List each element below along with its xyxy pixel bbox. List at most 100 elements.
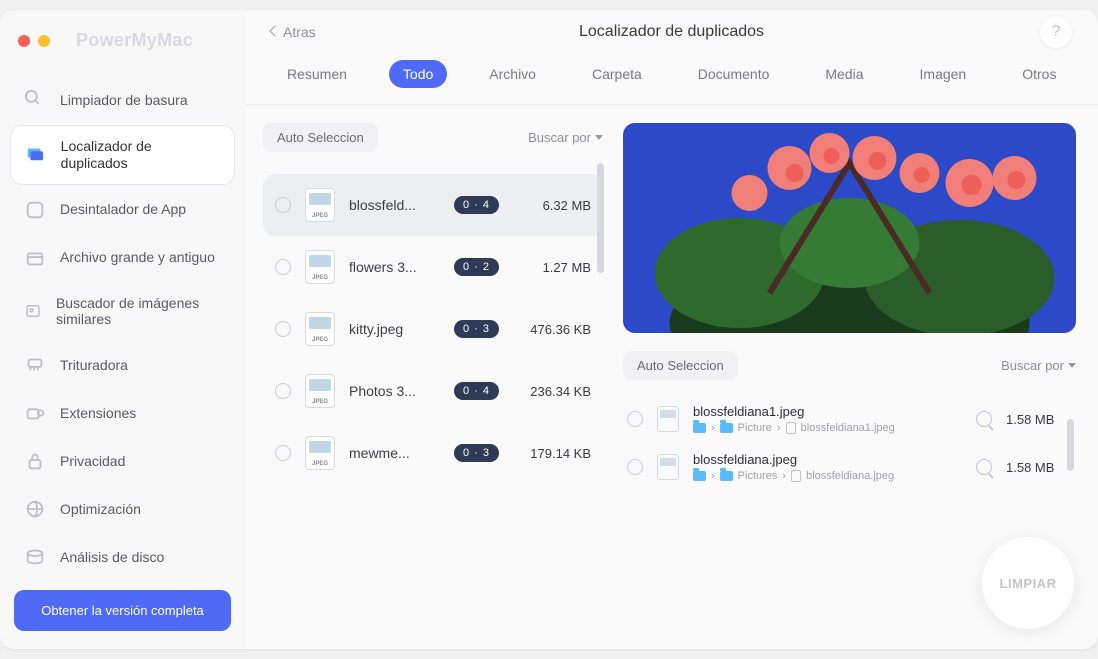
auto-select-button-detail[interactable]: Auto Seleccion xyxy=(623,351,738,380)
row-checkbox[interactable] xyxy=(275,383,291,399)
group-row[interactable]: mewme... 0 · 3 179.14 KB xyxy=(263,422,603,484)
sidebar-item-duplicates[interactable]: Localizador de duplicados xyxy=(10,125,235,185)
page-title: Localizador de duplicados xyxy=(579,23,764,41)
tab-media[interactable]: Media xyxy=(811,60,877,88)
group-row[interactable]: kitty.jpeg 0 · 3 476.36 KB xyxy=(263,298,603,360)
disk-icon xyxy=(24,546,46,568)
sidebar-item-shredder[interactable]: Trituradora xyxy=(10,342,235,388)
file-size: 6.32 MB xyxy=(513,198,591,213)
jpeg-file-icon xyxy=(305,436,335,470)
row-checkbox[interactable] xyxy=(275,321,291,337)
folder-icon xyxy=(720,471,733,481)
stack-icon xyxy=(25,144,47,166)
count-badge: 0 · 3 xyxy=(454,320,499,338)
duplicate-size: 1.58 MB xyxy=(1006,412,1072,427)
groups-toolbar: Auto Seleccion Buscar por xyxy=(263,123,603,152)
file-name: kitty.jpeg xyxy=(349,321,440,337)
file-name: mewme... xyxy=(349,445,440,461)
content-panes: Auto Seleccion Buscar por blossfeld... 0… xyxy=(245,105,1098,649)
sidebar-item-optimize[interactable]: Optimización xyxy=(10,486,235,532)
sidebar-item-label: Archivo grande y antiguo xyxy=(60,249,215,266)
auto-select-button[interactable]: Auto Seleccion xyxy=(263,123,378,152)
group-row[interactable]: flowers 3... 0 · 2 1.27 MB xyxy=(263,236,603,298)
duplicate-row[interactable]: blossfeldiana1.jpeg › Picture › blossfel… xyxy=(623,398,1076,440)
sidebar-nav: Limpiador de basura Localizador de dupli… xyxy=(0,77,245,580)
row-checkbox[interactable] xyxy=(275,197,291,213)
reveal-in-finder[interactable] xyxy=(976,459,992,475)
count-badge: 0 · 4 xyxy=(454,382,499,400)
file-name: Photos 3... xyxy=(349,383,440,399)
minimize-window[interactable] xyxy=(38,35,50,47)
sidebar-item-label: Limpiador de basura xyxy=(60,92,188,109)
row-checkbox[interactable] xyxy=(275,259,291,275)
document-icon xyxy=(786,422,796,434)
globe-icon xyxy=(24,498,46,520)
file-thumb-icon xyxy=(657,454,679,480)
sidebar-item-label: Optimización xyxy=(60,501,141,518)
close-window[interactable] xyxy=(18,35,30,47)
sidebar-item-label: Privacidad xyxy=(60,453,125,470)
duplicate-path: › Picture › blossfeldiana1.jpeg xyxy=(693,422,962,434)
duplicate-filename: blossfeldiana1.jpeg xyxy=(693,404,962,419)
sidebar-item-cleaner[interactable]: Limpiador de basura xyxy=(10,77,235,123)
main-panel: Atras Localizador de duplicados ? Resume… xyxy=(245,10,1098,649)
tab-documento[interactable]: Documento xyxy=(684,60,784,88)
sidebar-item-large-old[interactable]: Archivo grande y antiguo xyxy=(10,235,235,281)
file-thumb-icon xyxy=(657,406,679,432)
group-row[interactable]: blossfeld... 0 · 4 6.32 MB xyxy=(263,174,603,236)
group-row[interactable]: Photos 3... 0 · 4 236.34 KB xyxy=(263,360,603,422)
file-size: 236.34 KB xyxy=(513,384,591,399)
jpeg-file-icon xyxy=(305,188,335,222)
row-checkbox[interactable] xyxy=(627,411,643,427)
file-name: blossfeld... xyxy=(349,197,440,213)
row-checkbox[interactable] xyxy=(627,459,643,475)
sidebar: PowerMyMac Limpiador de basura Localizad… xyxy=(0,10,245,649)
sidebar-item-label: Extensiones xyxy=(60,405,136,422)
sort-by-dropdown[interactable]: Buscar por xyxy=(528,130,603,145)
sidebar-item-label: Trituradora xyxy=(60,357,128,374)
groups-scrollbar[interactable] xyxy=(597,163,604,273)
chevron-down-icon xyxy=(1068,363,1076,368)
jpeg-file-icon xyxy=(305,374,335,408)
file-name: flowers 3... xyxy=(349,259,440,275)
duplicate-info: blossfeldiana1.jpeg › Picture › blossfel… xyxy=(693,404,962,434)
duplicate-info: blossfeldiana.jpeg › Pictures › blossfel… xyxy=(693,452,962,482)
count-badge: 0 · 3 xyxy=(454,444,499,462)
tab-resumen[interactable]: Resumen xyxy=(273,60,361,88)
groups-pane: Auto Seleccion Buscar por blossfeld... 0… xyxy=(263,123,603,631)
tab-imagen[interactable]: Imagen xyxy=(906,60,981,88)
topbar: Atras Localizador de duplicados ? xyxy=(245,10,1098,46)
sidebar-item-extensions[interactable]: Extensiones xyxy=(10,390,235,436)
detail-scrollbar[interactable] xyxy=(1067,419,1074,471)
sidebar-item-privacy[interactable]: Privacidad xyxy=(10,438,235,484)
puzzle-icon xyxy=(24,402,46,424)
duplicate-row[interactable]: blossfeldiana.jpeg › Pictures › blossfel… xyxy=(623,446,1076,488)
tab-otros[interactable]: Otros xyxy=(1008,60,1070,88)
duplicate-size: 1.58 MB xyxy=(1006,460,1072,475)
sidebar-item-uninstaller[interactable]: Desintalador de App xyxy=(10,187,235,233)
image-icon xyxy=(24,300,42,322)
back-button[interactable]: Atras xyxy=(271,24,316,40)
tab-archivo[interactable]: Archivo xyxy=(475,60,550,88)
tab-todo[interactable]: Todo xyxy=(389,60,447,88)
row-checkbox[interactable] xyxy=(275,445,291,461)
app-window: PowerMyMac Limpiador de basura Localizad… xyxy=(0,10,1098,649)
tab-carpeta[interactable]: Carpeta xyxy=(578,60,656,88)
count-badge: 0 · 2 xyxy=(454,258,499,276)
sort-by-dropdown-detail[interactable]: Buscar por xyxy=(1001,358,1076,373)
sidebar-item-disk[interactable]: Análisis de disco xyxy=(10,534,235,580)
reveal-in-finder[interactable] xyxy=(976,411,992,427)
clean-button[interactable]: LIMPIAR xyxy=(982,537,1074,629)
upgrade-button[interactable]: Obtener la versión completa xyxy=(14,590,231,631)
duplicate-path: › Pictures › blossfeldiana.jpeg xyxy=(693,470,962,482)
box-icon xyxy=(24,247,46,269)
preview-image xyxy=(623,123,1076,333)
file-size: 476.36 KB xyxy=(513,322,591,337)
help-button[interactable]: ? xyxy=(1040,16,1072,48)
count-badge: 0 · 4 xyxy=(454,196,499,214)
brush-icon xyxy=(24,89,46,111)
folder-icon xyxy=(693,471,706,481)
folder-icon xyxy=(693,423,706,433)
sidebar-item-similar-images[interactable]: Buscador de imágenes similares xyxy=(10,283,235,341)
sidebar-item-label: Buscador de imágenes similares xyxy=(56,295,221,329)
